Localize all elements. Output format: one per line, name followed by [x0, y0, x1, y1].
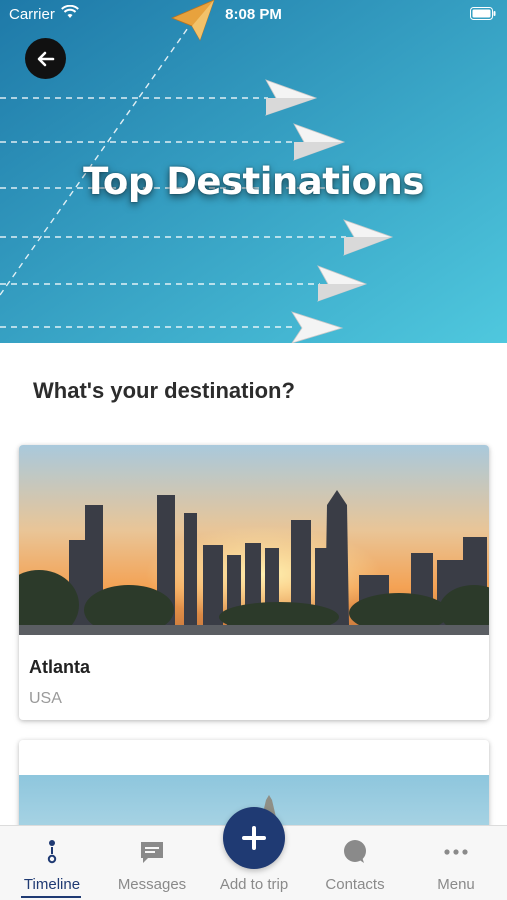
plus-icon	[242, 826, 266, 850]
tab-label: Timeline	[23, 876, 81, 893]
tab-menu[interactable]: Menu	[416, 826, 496, 900]
tab-label: Contacts	[325, 876, 385, 893]
atlanta-skyline-image	[19, 445, 489, 635]
destination-name: Atlanta	[29, 657, 91, 677]
contacts-icon	[344, 840, 366, 863]
hero-title: Top Destinations	[83, 160, 424, 203]
status-bar: Carrier 8:08 PM	[0, 0, 507, 28]
battery-icon	[470, 7, 496, 20]
destination-card-atlanta[interactable]: Atlanta USA	[19, 445, 489, 720]
destination-country: USA	[29, 690, 62, 707]
tab-timeline[interactable]: Timeline	[12, 826, 92, 900]
section-heading: What's your destination?	[33, 378, 295, 403]
tab-label: Add to trip	[219, 876, 289, 893]
tab-contacts[interactable]: Contacts	[315, 826, 395, 900]
message-icon	[141, 842, 163, 863]
back-button[interactable]	[25, 38, 66, 79]
more-icon	[444, 849, 468, 855]
tab-messages[interactable]: Messages	[112, 826, 192, 900]
active-tab-indicator	[21, 896, 81, 898]
add-to-trip-button[interactable]	[223, 807, 285, 869]
tab-label: Messages	[117, 876, 187, 893]
timeline-icon	[47, 840, 57, 864]
arrow-left-icon	[37, 51, 54, 66]
status-time: 8:08 PM	[225, 6, 282, 23]
hero-banner: Top Destinations	[0, 0, 507, 343]
tab-label: Menu	[437, 876, 475, 893]
